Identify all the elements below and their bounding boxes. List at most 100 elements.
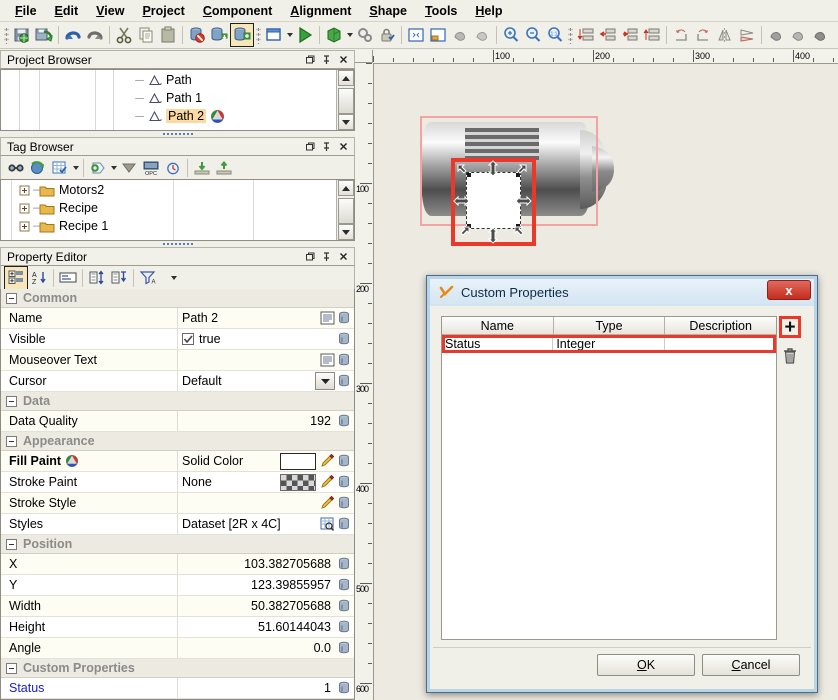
resize-se-icon[interactable]: [513, 225, 528, 239]
list-item[interactable]: ─ Recipe 1: [19, 217, 354, 235]
list-item-selected[interactable]: ─ Path 2: [133, 107, 354, 125]
redo-icon[interactable]: [84, 24, 106, 46]
close-icon[interactable]: [335, 140, 351, 154]
cell-name[interactable]: Status: [442, 335, 553, 353]
lock-icon[interactable]: [376, 24, 398, 46]
resize-e-icon[interactable]: [515, 194, 532, 208]
favorites-icon[interactable]: [118, 157, 140, 179]
group-icon[interactable]: [449, 24, 471, 46]
binding-icon[interactable]: [337, 517, 352, 532]
align-left-icon[interactable]: [597, 24, 619, 46]
tag-browser-tree[interactable]: ─ Motors2 ─ Recipe: [0, 179, 355, 241]
checkbox-checked-icon[interactable]: [182, 333, 194, 345]
property-value-cell[interactable]: None: [177, 472, 354, 492]
toolbar-grip[interactable]: [256, 26, 261, 44]
binding-icon[interactable]: [337, 454, 352, 469]
property-row-data-quality[interactable]: Data Quality 192: [1, 411, 354, 432]
send-back-icon[interactable]: [787, 24, 809, 46]
restore-icon[interactable]: [301, 140, 317, 154]
property-value-cell[interactable]: Path 2: [177, 308, 354, 328]
align-right-icon[interactable]: [619, 24, 641, 46]
undo-icon[interactable]: [62, 24, 84, 46]
export-tags-icon[interactable]: [213, 157, 235, 179]
property-row-height[interactable]: Height 51.60144043: [1, 617, 354, 638]
expand-icon[interactable]: [19, 203, 33, 214]
property-row-stroke-style[interactable]: Stroke Style: [1, 493, 354, 514]
menu-file[interactable]: FFileile: [6, 2, 46, 20]
property-row-fill-paint[interactable]: Fill Paint Solid Color: [1, 451, 354, 472]
paste-icon[interactable]: [157, 24, 179, 46]
list-item[interactable]: ─ Path 1: [133, 89, 354, 107]
menu-alignment[interactable]: Alignment: [281, 2, 360, 20]
ungroup-icon[interactable]: [471, 24, 493, 46]
new-window-icon[interactable]: [263, 24, 285, 46]
resize-nw-icon[interactable]: [456, 163, 471, 177]
edit-tags-icon[interactable]: [49, 157, 71, 179]
scroll-down-button[interactable]: [338, 224, 354, 240]
filter-icon[interactable]: A: [137, 267, 159, 289]
zoom-in-icon[interactable]: [500, 24, 522, 46]
column-header-name[interactable]: Name: [442, 317, 554, 335]
property-row-y[interactable]: Y 123.39855957: [1, 575, 354, 596]
project-browser-scrollbar[interactable]: [336, 70, 354, 130]
resize-sw-icon[interactable]: [456, 225, 471, 239]
search-tags-icon[interactable]: [5, 157, 27, 179]
property-row-cursor[interactable]: Cursor Default: [1, 371, 354, 392]
new-window-dropdown-arrow-icon[interactable]: [285, 24, 294, 46]
save-all-icon[interactable]: [33, 24, 55, 46]
add-property-button[interactable]: +: [779, 316, 801, 338]
binding-icon[interactable]: [337, 578, 352, 593]
property-value-cell[interactable]: [177, 350, 354, 370]
cell-type[interactable]: Integer: [553, 335, 664, 353]
property-row-name[interactable]: Name Path 2: [1, 308, 354, 329]
save-icon[interactable]: [11, 24, 33, 46]
align-bottom-icon[interactable]: [641, 24, 663, 46]
property-group-custom-properties[interactable]: Custom Properties: [1, 659, 354, 678]
path-2-rectangle[interactable]: [466, 172, 521, 229]
menu-project[interactable]: Project: [133, 2, 193, 20]
list-item[interactable]: ─ Recipe: [19, 199, 354, 217]
close-icon[interactable]: [335, 53, 351, 67]
pencil-edit-icon[interactable]: [320, 454, 335, 469]
scrollbar-track[interactable]: [338, 86, 354, 114]
preview-icon[interactable]: [294, 24, 316, 46]
scroll-up-button[interactable]: [338, 180, 354, 196]
close-icon[interactable]: [335, 250, 351, 264]
property-row-mouseover-text[interactable]: Mouseover Text: [1, 350, 354, 371]
text-editor-icon[interactable]: [320, 311, 335, 326]
menu-tools[interactable]: Tools: [416, 2, 466, 20]
scrollbar-thumb[interactable]: [338, 198, 354, 224]
menu-edit[interactable]: Edit: [46, 2, 88, 20]
property-value-cell[interactable]: 0.0: [177, 638, 354, 658]
property-value-cell[interactable]: Default: [177, 371, 354, 391]
close-icon[interactable]: x: [767, 280, 811, 300]
project-browser-tree[interactable]: ─ Path ─ Path 1 ─: [0, 69, 355, 131]
text-editor-icon[interactable]: [320, 353, 335, 368]
property-value-cell[interactable]: Solid Color: [177, 451, 354, 471]
collapse-toggle-icon[interactable]: [6, 539, 17, 550]
scrollbar-thumb[interactable]: [338, 88, 354, 114]
import-tags-icon[interactable]: [191, 157, 213, 179]
history-icon[interactable]: [162, 157, 184, 179]
custom-properties-table[interactable]: Name Type Description Status Integer: [441, 316, 777, 640]
checker-swatch[interactable]: [280, 474, 316, 491]
binding-icon[interactable]: [337, 557, 352, 572]
property-value-cell[interactable]: 103.382705688: [177, 554, 354, 574]
opc-browser-icon[interactable]: OPC: [140, 157, 162, 179]
zoom-out-icon[interactable]: [522, 24, 544, 46]
column-header-type[interactable]: Type: [554, 317, 666, 335]
property-value-cell[interactable]: Dataset [2R x 4C]: [177, 514, 354, 534]
property-editor-dropdown-arrow-icon[interactable]: [169, 267, 178, 289]
rotate-left-icon[interactable]: [670, 24, 692, 46]
refresh-tags-icon[interactable]: [27, 157, 49, 179]
expand-icon[interactable]: [19, 221, 33, 232]
pencil-edit-icon[interactable]: [320, 496, 335, 511]
resize-s-icon[interactable]: [486, 227, 500, 244]
cancel-button[interactable]: Cancel: [702, 654, 800, 676]
description-icon[interactable]: [57, 267, 79, 289]
align-top-icon[interactable]: [575, 24, 597, 46]
binding-icon[interactable]: [337, 414, 352, 429]
property-value-cell[interactable]: 1: [177, 678, 354, 698]
property-value-cell[interactable]: 51.60144043: [177, 617, 354, 637]
property-row-visible[interactable]: Visible true: [1, 329, 354, 350]
